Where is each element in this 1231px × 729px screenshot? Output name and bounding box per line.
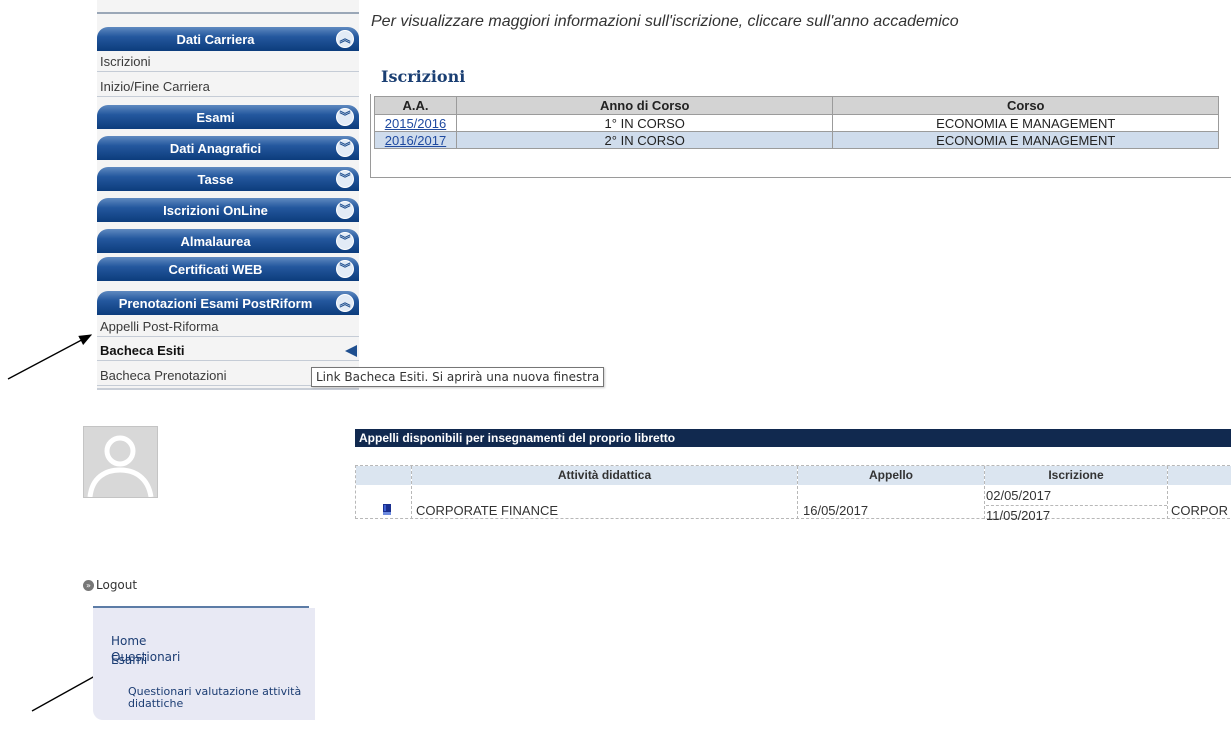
- column-header-appello: Appello: [798, 466, 984, 485]
- column-separator: [411, 466, 412, 519]
- user-silhouette-icon: [87, 435, 154, 497]
- logout-link[interactable]: » Logout: [83, 578, 137, 592]
- appelli-title-bar: Appelli disponibili per insegnamenti del…: [355, 429, 1231, 447]
- column-header-attivita: Attività didattica: [412, 466, 797, 485]
- column-separator: [797, 466, 798, 519]
- book-icon[interactable]: [382, 503, 392, 516]
- nav-link-questionari-valutazione[interactable]: Questionari valutazione attività didatti…: [128, 686, 313, 710]
- appello-extra: CORPOR: [1171, 503, 1229, 518]
- logout-icon: »: [83, 579, 94, 591]
- column-header-iscrizione: Iscrizione: [985, 466, 1167, 485]
- nav-link-questionari[interactable]: Questionari: [111, 650, 180, 664]
- nav-link-home[interactable]: Home: [111, 634, 146, 648]
- avatar: [83, 426, 158, 498]
- column-separator: [1167, 466, 1168, 519]
- iscrizione-data-inizio: 02/05/2017: [986, 488, 1052, 503]
- column-header-extra: [1168, 466, 1231, 485]
- column-separator: [984, 466, 985, 519]
- arrow-to-appelli: [7, 334, 93, 380]
- appello-data: 16/05/2017: [803, 503, 869, 518]
- iscrizione-data-fine: 11/05/2017: [986, 505, 1167, 523]
- logout-label: Logout: [96, 578, 138, 592]
- column-header-icon: [356, 466, 411, 485]
- appello-attivita: CORPORATE FINANCE: [416, 503, 559, 518]
